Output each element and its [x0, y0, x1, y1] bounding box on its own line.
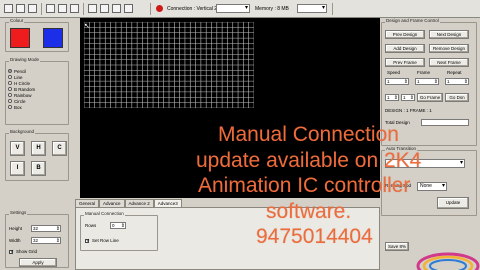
next-design-button[interactable]: Next Design — [429, 30, 469, 39]
top-toolbar: Connection : Vertical 2 Memory : 8 MB — [0, 0, 480, 18]
brand-logo — [416, 252, 480, 270]
repeat-input[interactable]: 1 — [445, 78, 469, 85]
connection-select[interactable] — [216, 4, 250, 13]
settings-icon[interactable] — [112, 4, 121, 13]
record-icon[interactable] — [156, 5, 163, 12]
overlay-line-2: update available on 2K4 — [196, 149, 422, 172]
mouse-cursor-icon: ↖ — [84, 23, 90, 30]
goto-design-input[interactable]: 1 — [401, 94, 415, 101]
design-frame-title: Design and Frame Control — [385, 18, 440, 23]
manual-connection-title: Manual Connection — [84, 211, 125, 216]
go-frame-button[interactable]: Go Frame — [417, 93, 443, 102]
settings-group: Settings Height 32 Width 32 Show Grid Ap… — [5, 210, 69, 268]
width-input[interactable]: 32 — [31, 237, 61, 244]
height-input[interactable]: 32 — [31, 225, 61, 232]
drawing-mode-label: H Circle — [14, 80, 31, 86]
colour-group: Colour — [5, 18, 69, 52]
radio-button[interactable] — [8, 99, 12, 103]
drawing-mode-group: Drawing Mode Pencil Line H Circle B Rand… — [5, 57, 69, 125]
set-row-line-label: Set Row Line — [92, 238, 119, 243]
save-icon[interactable] — [28, 4, 37, 13]
speed-label: Speed — [387, 70, 401, 75]
overlay-line-5: 9475014404 — [256, 225, 373, 248]
bg-b-button[interactable]: B — [31, 161, 46, 176]
remove-design-button[interactable]: Remove Design — [429, 44, 469, 53]
running-speed-select[interactable]: None — [417, 182, 447, 191]
colour-group-title: Colour — [9, 18, 25, 23]
total-design-field — [421, 119, 469, 126]
toolbar-divider — [150, 3, 151, 15]
goto-frame-input[interactable]: 1 — [385, 94, 399, 101]
overlay-line-3: Animation IC controller — [198, 174, 411, 197]
memory-label: Memory : 8 MB — [255, 6, 289, 12]
open-icon[interactable] — [16, 4, 25, 13]
manual-connection-group: Manual Connection Rows 0 Set Row Line — [80, 211, 158, 251]
drawing-mode-box[interactable]: Box — [8, 104, 66, 110]
radio-button[interactable] — [8, 75, 12, 79]
radio-button[interactable] — [8, 87, 12, 91]
help-icon[interactable] — [124, 4, 133, 13]
undo-icon[interactable] — [88, 4, 97, 13]
secondary-color-swatch[interactable] — [43, 28, 63, 48]
copy-icon[interactable] — [58, 4, 67, 13]
drawing-mode-label: B Random — [14, 86, 36, 92]
cut-icon[interactable] — [46, 4, 55, 13]
toolbar-divider — [332, 3, 333, 15]
background-group-title: Background — [9, 129, 36, 134]
frame-label: Frame — [417, 70, 431, 75]
drawing-mode-title: Drawing Mode — [9, 57, 41, 62]
bg-vertical-button[interactable]: V — [10, 141, 25, 156]
height-label: Height — [9, 226, 23, 231]
redo-icon[interactable] — [100, 4, 109, 13]
overlay-line-4: software. — [266, 200, 352, 223]
drawing-mode-label: Circle — [14, 98, 26, 104]
drawing-mode-label: Pencil — [14, 68, 27, 74]
design-frame-status: DESIGN : 1 FRAME : 1 — [385, 108, 432, 113]
radio-button[interactable] — [8, 105, 12, 109]
new-icon[interactable] — [4, 4, 13, 13]
radio-button[interactable] — [8, 69, 12, 73]
toolbar-divider — [83, 3, 84, 15]
width-label: Width — [9, 238, 21, 243]
apply-button[interactable]: Apply — [19, 258, 57, 267]
background-group: Background V H C I B — [5, 129, 69, 181]
overlay-line-1: Manual Connection — [218, 123, 399, 146]
connection-label: Connection : Vertical 2 — [167, 6, 218, 12]
drawing-mode-label: Box — [14, 104, 22, 110]
radio-button[interactable] — [8, 93, 12, 97]
primary-color-swatch[interactable] — [10, 28, 30, 48]
settings-group-title: Settings — [9, 210, 28, 215]
pixel-grid[interactable] — [84, 22, 254, 108]
go-design-button[interactable]: Go Dsn — [445, 93, 469, 102]
show-grid-checkbox[interactable] — [9, 249, 14, 255]
rows-input[interactable]: 0 — [110, 222, 126, 229]
set-row-line-checkbox[interactable] — [85, 238, 90, 244]
speed-input[interactable]: 1 — [385, 78, 409, 85]
frame-input[interactable]: 1 — [415, 78, 439, 85]
add-design-button[interactable]: Add Design — [385, 44, 425, 53]
toolbar-divider — [41, 3, 42, 15]
paste-icon[interactable] — [70, 4, 79, 13]
memory-select[interactable] — [297, 4, 327, 13]
drawing-mode-list: Pencil Line H Circle B Random Rainbow Ci… — [8, 68, 66, 110]
bg-horizontal-button[interactable]: H — [31, 141, 46, 156]
radio-button[interactable] — [8, 81, 12, 85]
next-frame-button[interactable]: Next Frame — [429, 58, 469, 67]
update-button[interactable]: Update — [437, 197, 469, 209]
bg-circle-button[interactable]: C — [52, 141, 67, 156]
rows-label: Rows — [85, 223, 97, 228]
save-button[interactable]: Save 8% — [385, 242, 409, 251]
show-grid-label: Show Grid — [16, 249, 38, 254]
drawing-mode-label: Rainbow — [14, 92, 32, 98]
bg-invert-button[interactable]: I — [10, 161, 25, 176]
repeat-label: Repeat — [447, 70, 462, 75]
drawing-mode-label: Line — [14, 74, 23, 80]
prev-frame-button[interactable]: Prev Frame — [385, 58, 425, 67]
prev-design-button[interactable]: Prev Design — [385, 30, 425, 39]
